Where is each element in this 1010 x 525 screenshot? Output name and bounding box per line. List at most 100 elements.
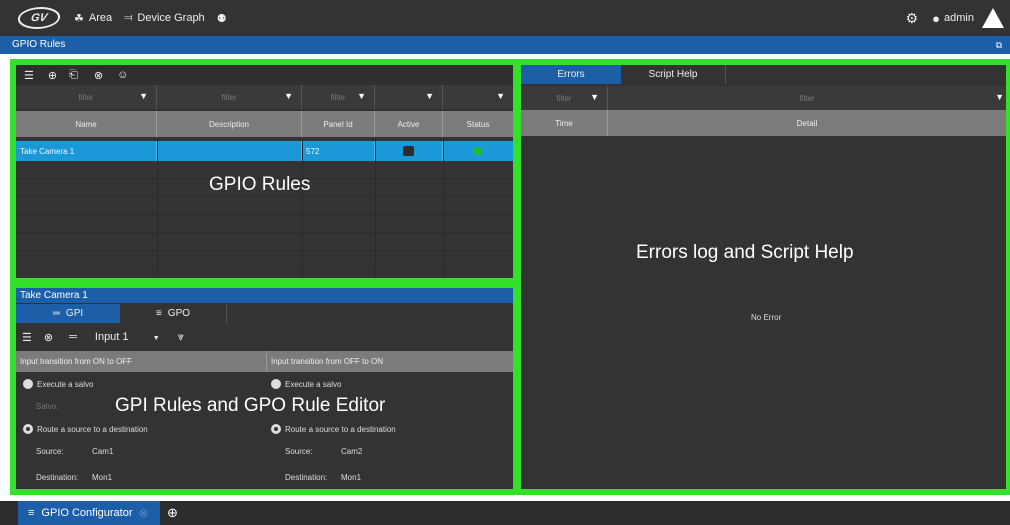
top-right-controls: ⚙ ● admin	[906, 0, 1004, 36]
filter-icon[interactable]: ▼	[139, 91, 148, 101]
radio-icon	[271, 379, 281, 389]
tab-gpi[interactable]: ═ GPI	[16, 304, 120, 323]
input-select-value: Input 1	[94, 331, 129, 343]
filter-placeholder: filter	[78, 92, 94, 102]
right-route-label: Route a source to a destination	[285, 424, 396, 434]
column-divider	[443, 141, 444, 278]
name-filter[interactable]: filter ▼	[16, 85, 157, 109]
detach-icon[interactable]: ⧉	[996, 36, 1002, 54]
left-execute-salvo-radio[interactable]: Execute a salvo	[23, 379, 93, 389]
tab-gpo[interactable]: ≡ GPO	[120, 304, 227, 323]
filter-icon[interactable]: ▼	[425, 91, 434, 101]
column-header-detail[interactable]: Detail	[608, 110, 1006, 136]
active-checkbox[interactable]	[403, 146, 414, 156]
right-route-radio[interactable]: Route a source to a destination	[271, 424, 396, 434]
column-header-status[interactable]: Status	[443, 111, 513, 137]
time-filter[interactable]: filter ▼	[521, 86, 608, 110]
column-divider	[157, 141, 158, 278]
gpo-icon: ≡	[155, 308, 162, 319]
column-header-name[interactable]: Name	[16, 111, 157, 137]
gpi-icon: ═	[52, 308, 60, 319]
assign-user-icon[interactable]: ☺	[117, 69, 128, 81]
detail-filter[interactable]: filter ▼	[608, 86, 1006, 110]
filter-placeholder: filter	[799, 93, 815, 103]
empty-row	[16, 234, 513, 251]
empty-row	[16, 252, 513, 269]
left-execute-salvo-label: Execute a salvo	[37, 379, 94, 389]
right-execute-salvo-radio[interactable]: Execute a salvo	[271, 379, 341, 389]
area-link[interactable]: ☘ Area	[74, 12, 112, 25]
filter-icon[interactable]: ▼	[496, 91, 505, 101]
row-description	[157, 141, 302, 161]
add-icon[interactable]: ⊕	[48, 69, 57, 82]
copy-icon[interactable]: ⎗	[69, 69, 78, 82]
column-header-description[interactable]: Description	[157, 111, 302, 137]
add-tab-icon[interactable]: ⊕	[167, 505, 178, 521]
input-select[interactable]: Input 1 ▼	[85, 331, 160, 343]
user-label[interactable]: admin	[944, 12, 974, 24]
filter-placeholder: filter	[556, 93, 572, 103]
column-header-active[interactable]: Active	[375, 111, 443, 137]
bottom-tab-bar: ≡ GPIO Configurator ⊗ ⊕	[0, 501, 1010, 525]
radio-selected-icon	[23, 424, 33, 434]
tab-script-help[interactable]: Script Help	[621, 65, 726, 84]
row-name: Take Camera 1	[16, 141, 157, 161]
no-error-message: No Error	[751, 313, 782, 322]
editor-tabs: ═ GPI ≡ GPO	[16, 304, 513, 323]
page-title-bar: GPIO Rules ⧉	[0, 36, 1010, 54]
area-label: Area	[88, 12, 113, 24]
filter-placeholder: filter	[221, 92, 237, 102]
device-graph-label: Device Graph	[137, 12, 205, 24]
list-icon[interactable]: ☰	[24, 69, 34, 82]
left-route-radio[interactable]: Route a source to a destination	[23, 424, 148, 434]
right-source-label: Source:	[285, 447, 313, 456]
radio-icon	[23, 379, 33, 389]
close-icon[interactable]: ⊗	[139, 506, 149, 520]
column-divider	[302, 141, 303, 278]
right-source-value[interactable]: Cam2	[341, 447, 362, 456]
gv-logo[interactable]: GV	[15, 7, 63, 29]
lightbulb-button[interactable]: ⚉	[217, 12, 232, 25]
column-header-time[interactable]: Time	[521, 110, 608, 136]
tab-gpio-configurator[interactable]: ≡ GPIO Configurator ⊗	[18, 501, 160, 525]
editor-rule-title: Take Camera 1	[20, 290, 88, 301]
table-row[interactable]: Take Camera 1 572	[16, 141, 513, 161]
status-filter[interactable]: ▼	[443, 85, 513, 109]
left-source-label: Source:	[36, 447, 64, 456]
filter-icon[interactable]: ▼	[284, 91, 293, 101]
input-icon: ═	[69, 331, 77, 343]
right-destination-value[interactable]: Mon1	[341, 473, 361, 482]
top-bar: GV ☘ Area ⫤ Device Graph ⚉ ⚙ ● admin	[0, 0, 1010, 36]
panel-id-filter[interactable]: filter ▼	[302, 85, 375, 109]
row-panel-id: 572	[302, 141, 375, 161]
left-destination-label: Destination:	[36, 473, 79, 482]
apply-filter-icon[interactable]: ⩔	[178, 331, 184, 344]
column-header-panel-id[interactable]: Panel Id	[302, 111, 375, 137]
filter-icon[interactable]: ▼	[995, 92, 1004, 102]
filter-icon[interactable]: ▼	[590, 92, 599, 102]
delete-icon[interactable]: ⊗	[44, 331, 53, 344]
area-icon: ☘	[74, 12, 84, 25]
rules-filter-row: filter ▼ filter ▼ filter ▼ ▼ ▼	[16, 85, 513, 109]
errors-overlay-label: Errors log and Script Help	[636, 242, 854, 263]
active-filter[interactable]: ▼	[375, 85, 443, 109]
user-icon[interactable]: ●	[932, 11, 940, 26]
gear-icon[interactable]: ⚙	[906, 10, 919, 27]
editor-overlay-label: GPI Rules and GPO Rule Editor	[115, 395, 386, 416]
logo-text: GV	[29, 12, 49, 24]
errors-header-row: Time Detail	[521, 110, 1006, 136]
tab-errors[interactable]: Errors	[521, 65, 621, 84]
device-graph-link[interactable]: ⫤ Device Graph	[124, 12, 205, 25]
page-title: GPIO Rules	[12, 39, 66, 50]
gpio-configurator-icon: ≡	[28, 507, 35, 519]
gpio-configurator-label: GPIO Configurator	[41, 507, 133, 519]
description-filter[interactable]: filter ▼	[157, 85, 302, 109]
list-icon[interactable]: ☰	[22, 331, 32, 344]
alarm-triangle-icon[interactable]	[982, 8, 1004, 28]
delete-icon[interactable]: ⊗	[94, 69, 103, 82]
editor-title-bar: Take Camera 1	[16, 288, 513, 303]
left-source-value[interactable]: Cam1	[92, 447, 113, 456]
filter-icon[interactable]: ▼	[357, 91, 366, 101]
row-active-cell	[375, 141, 443, 161]
left-destination-value[interactable]: Mon1	[92, 473, 112, 482]
